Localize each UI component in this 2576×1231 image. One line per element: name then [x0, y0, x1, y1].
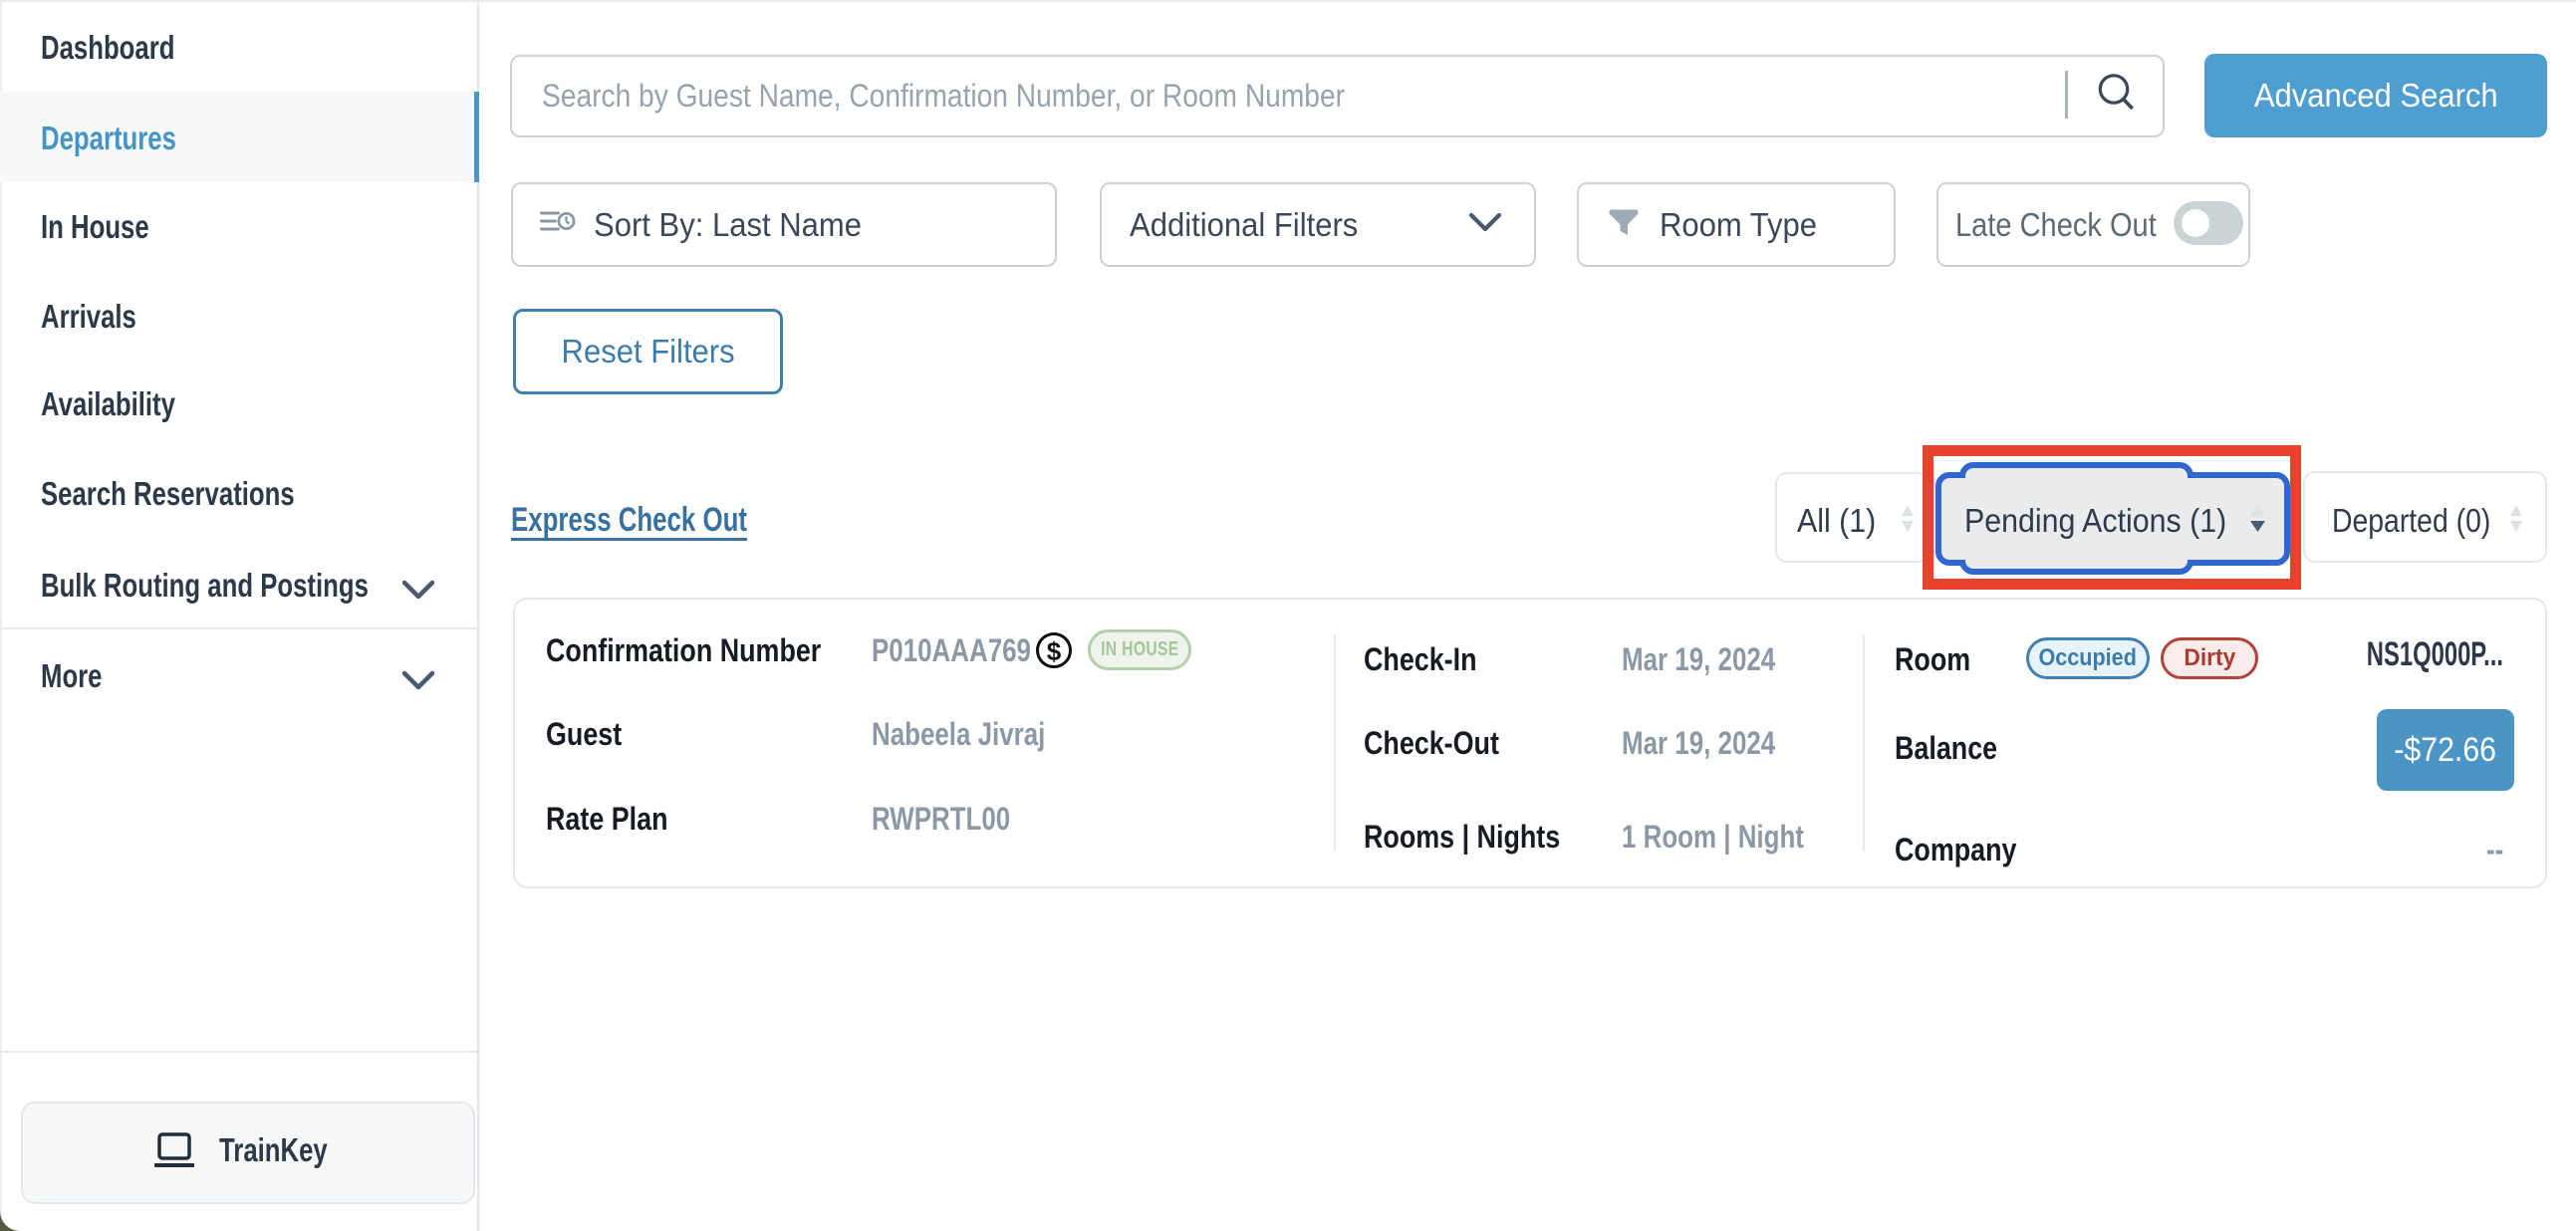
svg-text:$: $: [1047, 636, 1062, 666]
